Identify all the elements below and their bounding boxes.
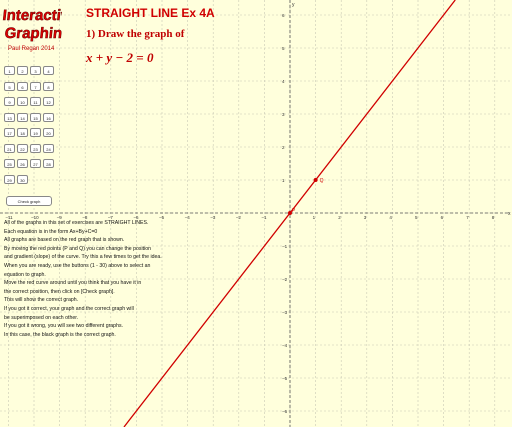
instruction-line: Move the red curve around until you thin… [4,280,142,287]
x-tick-label: 4 [389,215,392,220]
x-tick-label: 3 [364,215,367,220]
y-tick-label: 6 [282,13,285,18]
x-tick-label: 1 [313,215,316,220]
x-tick-label: 6 [441,215,444,220]
exercise-button-18[interactable]: 18 [17,128,28,137]
exercise-button-19[interactable]: 19 [30,128,41,137]
svg-text:Interactive: Interactive [2,7,62,24]
exercise-button-7[interactable]: 7 [30,81,41,91]
page-title: STRAIGHT LINE Ex 4A [86,6,215,20]
check-graph-button[interactable]: Check graph [6,196,52,206]
x-tick-label: 7 [466,215,469,220]
exercise-button-23[interactable]: 23 [30,143,41,153]
equation-text: x + y − 2 = 0 [86,50,154,65]
exercise-button-15[interactable]: 15 [30,112,41,122]
instruction-line: This will show the correct graph. [4,297,79,304]
y-tick-label: 2 [282,145,285,150]
exercise-button-24[interactable]: 24 [43,143,54,153]
point-q [313,178,318,182]
exercise-button-27[interactable]: 27 [30,159,41,168]
exercise-button-9[interactable]: 9 [4,97,15,106]
x-tick-label: −2 [236,215,242,220]
y-tick-label: −3 [282,310,288,315]
exercise-button-3[interactable]: 3 [30,66,41,75]
instruction-line: Each equation is in the form Ax+By+C=0 [4,228,98,235]
instruction-line: By moving the red points (P and Q) you c… [4,245,151,252]
x-axis-label: x [508,211,511,217]
exercise-button-30[interactable]: 30 [17,174,28,184]
exercise-button-14[interactable]: 14 [17,112,28,122]
svg-text:Graphing: Graphing [4,25,62,42]
instruction-line: In this case, the black graph is the cor… [4,331,116,338]
y-tick-label: 5 [282,46,285,51]
y-tick-label: −5 [282,376,288,381]
exercise-button-21[interactable]: 21 [4,143,15,153]
exercise-button-8[interactable]: 8 [43,81,54,91]
exercise-button-20[interactable]: 20 [43,128,54,137]
y-tick-label: −1 [282,244,288,249]
instruction-line: and gradient (slope) of the curve. Try t… [4,254,162,261]
question-text: 1) Draw the graph of [86,28,185,40]
instruction-line: When you are ready, use the buttons (1 -… [4,262,151,269]
exercise-button-12[interactable]: 12 [43,97,54,106]
y-tick-label: −6 [282,409,288,414]
y-tick-label: 1 [282,178,285,183]
interactive-graphing-logo: Interactive Graphing [2,7,62,42]
y-tick-label: −2 [282,277,288,282]
y-tick-label: 4 [282,79,285,84]
author-credit: Paul Regan 2014 [8,46,55,52]
exercise-button-17[interactable]: 17 [4,128,15,137]
instructions-panel: All of the graphs in this set of exercis… [4,219,219,339]
exercise-button-28[interactable]: 28 [43,159,54,168]
instruction-line: the correct position, then click on [Che… [4,288,115,295]
exercise-button-11[interactable]: 11 [30,97,41,106]
exercise-button-10[interactable]: 10 [17,97,28,106]
graph-canvas[interactable]: −11 −10 −9 −8 −7 −6 −5 −4 −3 −2 −1 1 2 3 4 5 6 7 8654321−1… [0,0,512,427]
point-q-label: Q [320,178,324,184]
instruction-line: All of the graphs in this set of exercis… [4,220,149,226]
exercise-button-2[interactable]: 2 [17,66,28,75]
exercise-button-29[interactable]: 29 [4,174,15,184]
x-tick-label: 8 [492,215,495,220]
x-tick-label: 5 [415,215,418,220]
instruction-line: If you got it correct, your graph and th… [4,305,134,312]
exercise-button-22[interactable]: 22 [17,143,28,153]
x-tick-label: 2 [338,215,341,220]
exercise-button-16[interactable]: 16 [43,112,54,122]
exercise-button-6[interactable]: 6 [17,81,28,91]
instruction-line: be superimposed on each other. [4,314,79,321]
y-axis-label: y [292,2,295,8]
exercise-button-13[interactable]: 13 [4,112,15,122]
exercise-button-26[interactable]: 26 [17,159,28,168]
exercise-button-1[interactable]: 1 [4,66,15,75]
y-tick-label: −4 [282,343,288,348]
instruction-line: All graphs are based on the red graph th… [4,237,125,244]
y-tick-label: 3 [282,112,285,117]
exercise-button-25[interactable]: 25 [4,159,15,168]
instruction-line: If you got it wrong, you will see two di… [4,323,123,330]
instruction-line: equation to graph. [4,271,46,278]
x-tick-label: −1 [261,215,267,220]
exercise-button-4[interactable]: 4 [43,66,54,75]
exercise-button-5[interactable]: 5 [4,81,15,91]
